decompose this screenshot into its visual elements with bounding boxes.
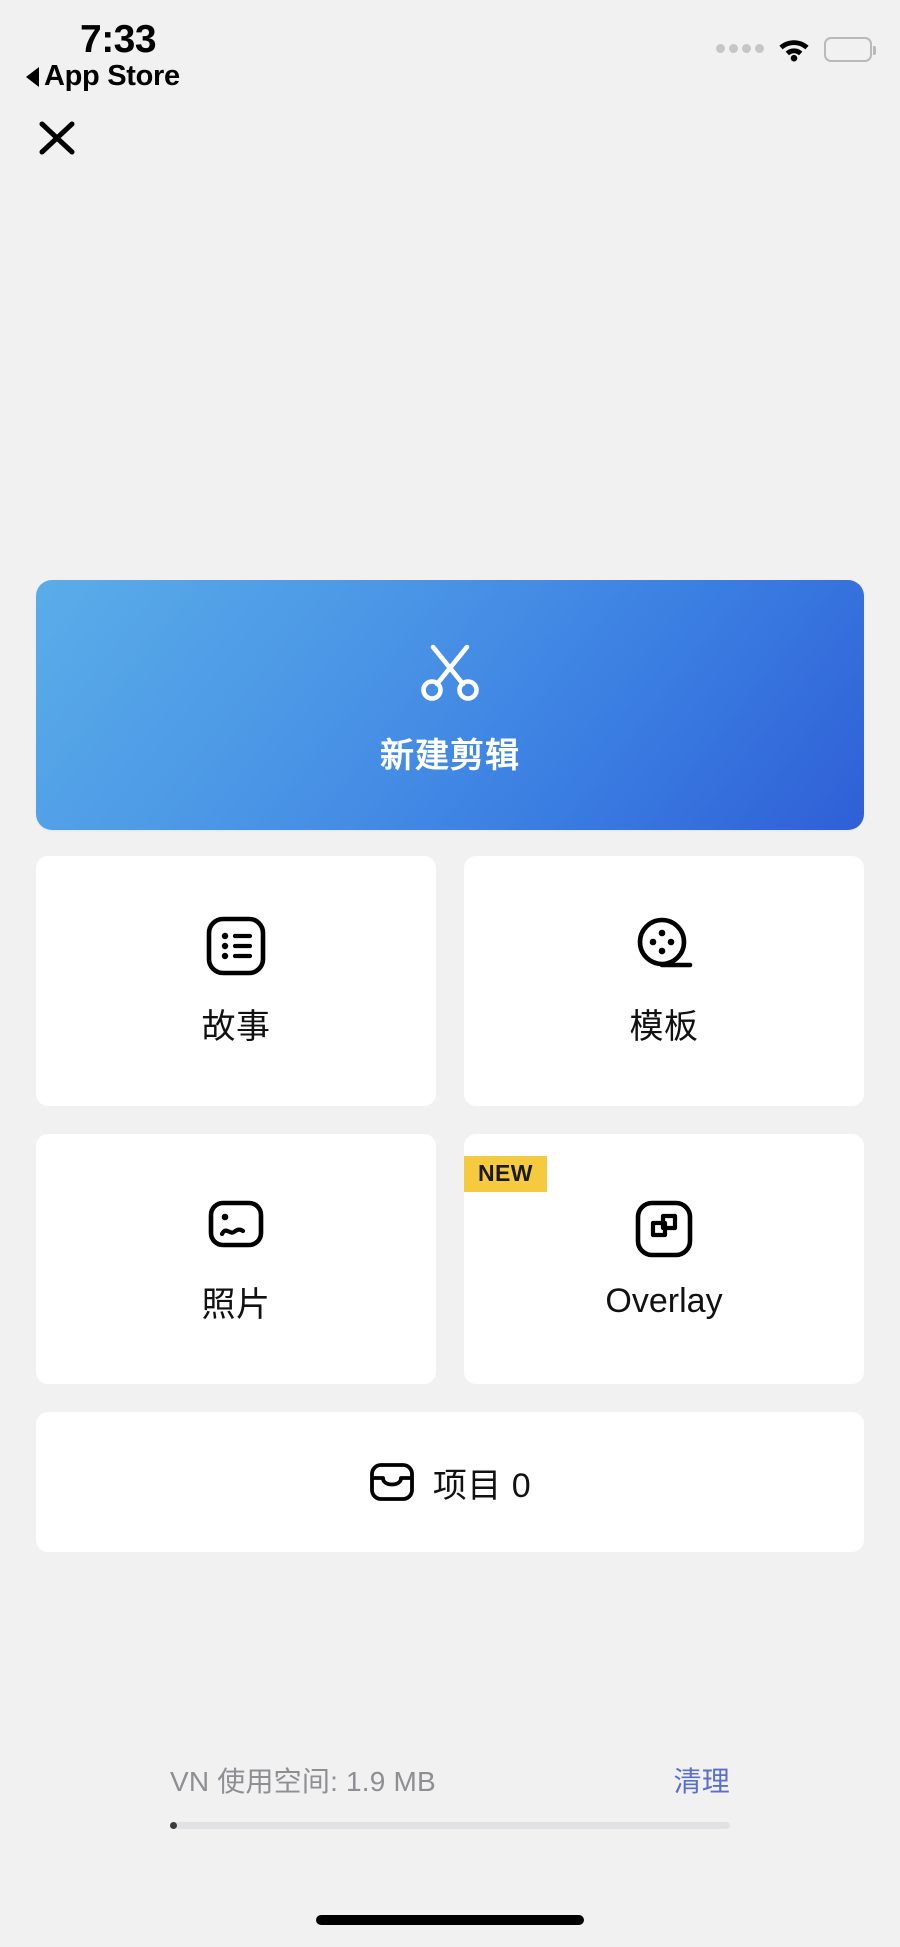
photo-square-icon [208, 1200, 264, 1247]
new-badge: NEW [464, 1156, 547, 1192]
overlay-icon [635, 1200, 693, 1257]
list-square-icon [206, 916, 266, 975]
overlay-card[interactable]: NEW Overlay [464, 1134, 864, 1384]
template-card[interactable]: 模板 [464, 856, 864, 1106]
projects-label: 项目 0 [432, 1466, 532, 1505]
film-reel-icon [637, 917, 693, 967]
scissors-icon [421, 644, 479, 701]
storage-usage-text: VN 使用空间: 1.9 MB [170, 1766, 436, 1797]
overlay-label: Overlay [605, 1281, 723, 1320]
status-bar-time: 7:33 [80, 18, 157, 61]
photo-card[interactable]: 照片 [36, 1134, 436, 1384]
storage-section: VN 使用空间: 1.9 MB 清理 [0, 1760, 900, 1829]
back-to-app-store-link[interactable]: App Store [26, 60, 180, 93]
back-arrow-icon [26, 66, 39, 87]
storage-row: VN 使用空间: 1.9 MB 清理 [170, 1760, 730, 1800]
template-label: 模板 [629, 1007, 699, 1046]
story-label: 故事 [201, 1007, 271, 1046]
app-screen: 7:33 App Store 新建剪辑 故事 模板 照片 NEW Overlay… [0, 0, 900, 1947]
feature-grid: 故事 模板 照片 NEW Overlay [36, 856, 864, 1384]
story-card[interactable]: 故事 [36, 856, 436, 1106]
close-icon [39, 121, 75, 155]
home-indicator[interactable] [316, 1915, 584, 1925]
photo-label: 照片 [201, 1285, 271, 1324]
new-edit-label: 新建剪辑 [380, 736, 520, 775]
status-bar-indicators [716, 32, 876, 66]
close-button[interactable] [30, 112, 84, 162]
storage-progress-bar [170, 1822, 730, 1829]
status-bar: 7:33 App Store [0, 0, 900, 110]
battery-icon [824, 36, 876, 62]
projects-row[interactable]: 项目 0 [36, 1412, 864, 1552]
wifi-icon [779, 40, 809, 62]
main-content: 新建剪辑 故事 模板 照片 NEW Overlay 项目 0 [0, 580, 900, 1552]
inbox-icon [369, 1463, 414, 1501]
storage-progress-fill [170, 1822, 177, 1829]
new-edit-button[interactable]: 新建剪辑 [36, 580, 864, 830]
back-link-label: App Store [44, 60, 180, 92]
clear-storage-button[interactable]: 清理 [674, 1760, 730, 1800]
signal-dots-icon [716, 43, 764, 55]
